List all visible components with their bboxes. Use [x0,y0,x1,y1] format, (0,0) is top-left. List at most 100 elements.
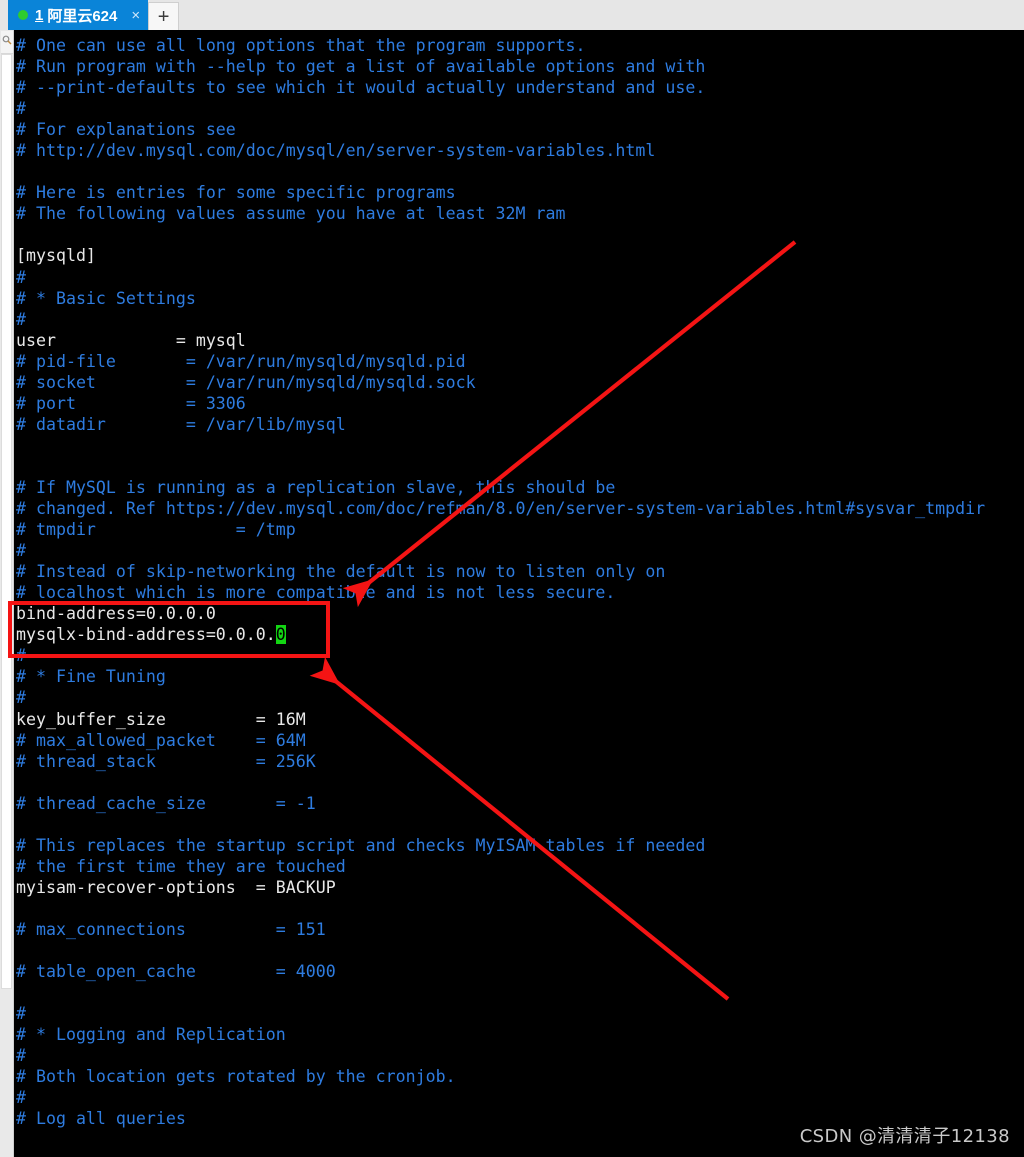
terminal-line: # [16,309,985,330]
terminal-span: # the first time they are touched [16,856,346,876]
tab-bar: 1 阿里云624 × + [0,0,1024,30]
terminal-span: # table_open_cache = 4000 [16,962,336,982]
close-icon[interactable]: × [131,8,140,23]
terminal-span: # [16,1004,26,1024]
terminal-cursor: 0 [275,625,286,645]
terminal-line: # [16,687,985,708]
terminal-span: key_buffer_size = 16M [16,709,306,729]
terminal-line: # [16,1087,985,1108]
terminal-line: # datadir = /var/lib/mysql [16,414,985,435]
terminal-line: # For explanations see [16,119,985,140]
terminal-span: # [16,99,26,119]
terminal-line: # * Fine Tuning [16,666,985,687]
terminal-span: # datadir = /var/lib/mysql [16,414,346,434]
terminal-output[interactable]: # One can use all long options that the … [14,30,1024,1157]
terminal-span: # [16,541,26,561]
terminal-line: # One can use all long options that the … [16,35,985,56]
terminal-span: # * Basic Settings [16,288,196,308]
terminal-line: mysqlx-bind-address=0.0.0.0 [16,624,985,645]
terminal-line: # localhost which is more compatible and… [16,582,985,603]
terminal-line: myisam-recover-options = BACKUP [16,877,985,898]
terminal-span: # * Fine Tuning [16,667,166,687]
terminal-line: # This replaces the startup script and c… [16,835,985,856]
terminal-span: [mysqld] [16,246,96,266]
terminal-span: # [16,1046,26,1066]
tab-title-label: 阿里云624 [47,7,118,25]
tab-session-1[interactable]: 1 阿里云624 × [8,0,149,30]
terminal-line: # max_connections = 151 [16,919,985,940]
new-tab-button[interactable]: + [148,2,180,30]
terminal-line: # [16,540,985,561]
terminal-line: # thread_stack = 256K [16,751,985,772]
terminal-line: # http://dev.mysql.com/doc/mysql/en/serv… [16,140,985,161]
terminal-span: # For explanations see [16,120,236,140]
terminal-line: # Here is entries for some specific prog… [16,182,985,203]
terminal-body-area: # One can use all long options that the … [0,30,1024,1157]
terminal-line: # [16,267,985,288]
terminal-line: bind-address=0.0.0.0 [16,603,985,624]
terminal-span: # localhost which is more compatible and… [16,583,616,603]
terminal-span: # Instead of skip-networking the default… [16,562,666,582]
terminal-span: # * Logging and Replication [16,1025,286,1045]
terminal-span: # --print-defaults to see which it would… [16,78,706,98]
terminal-line: [mysqld] [16,245,985,266]
terminal-line: # * Basic Settings [16,288,985,309]
terminal-span: # changed. Ref https://dev.mysql.com/doc… [16,499,986,519]
terminal-span: user = mysql [16,330,246,350]
tab-index-label: 1 [35,6,44,24]
session-status-dot-icon [18,10,28,20]
terminal-span: # max_allowed_packet = 64M [16,730,306,750]
terminal-line: # If MySQL is running as a replication s… [16,477,985,498]
terminal-span: # pid-file = /var/run/mysqld/mysqld.pid [16,351,466,371]
terminal-line: # Both location gets rotated by the cron… [16,1066,985,1087]
terminal-span: # http://dev.mysql.com/doc/mysql/en/serv… [16,141,656,161]
terminal-span: myisam-recover-options = BACKUP [16,877,336,897]
terminal-span: # This replaces the startup script and c… [16,835,706,855]
terminal-span: # [16,688,26,708]
terminal-span: # [16,1088,26,1108]
terminal-line: # changed. Ref https://dev.mysql.com/doc… [16,498,985,519]
terminal-span: # Run program with --help to get a list … [16,57,706,77]
terminal-span: # port = 3306 [16,393,246,413]
terminal-span: # Here is entries for some specific prog… [16,183,456,203]
terminal-line: # max_allowed_packet = 64M [16,730,985,751]
terminal-span: # Log all queries [16,1109,186,1129]
terminal-line: # --print-defaults to see which it would… [16,77,985,98]
search-icon[interactable] [1,31,13,54]
terminal-line: # the first time they are touched [16,856,985,877]
terminal-span: # max_connections = 151 [16,919,326,939]
terminal-line: # table_open_cache = 4000 [16,961,985,982]
terminal-span: # tmpdir = /tmp [16,520,296,540]
terminal-line: # Run program with --help to get a list … [16,56,985,77]
terminal-line: # Instead of skip-networking the default… [16,561,985,582]
terminal-line: # thread_cache_size = -1 [16,793,985,814]
terminal-span: # socket = /var/run/mysqld/mysqld.sock [16,372,476,392]
terminal-line: user = mysql [16,330,985,351]
terminal-span: # [16,646,26,666]
terminal-span: # Both location gets rotated by the cron… [16,1067,456,1087]
terminal-span: # thread_cache_size = -1 [16,793,316,813]
terminal-line: # The following values assume you have a… [16,203,985,224]
vertical-scrollbar-thumb[interactable] [1,54,12,989]
terminal-line: # port = 3306 [16,393,985,414]
terminal-span: # [16,267,26,287]
terminal-span: bind-address=0.0.0.0 [16,604,216,624]
terminal-span: # [16,309,26,329]
terminal-span: # One can use all long options that the … [16,36,586,55]
terminal-line: key_buffer_size = 16M [16,709,985,730]
terminal-app-window: 1 阿里云624 × + # One can use all long opti… [0,0,1024,1157]
terminal-line: # * Logging and Replication [16,1024,985,1045]
vertical-scrollbar-track[interactable] [1,991,12,1157]
terminal-line: # [16,1003,985,1024]
terminal-span: # thread_stack = 256K [16,751,316,771]
tab-bar-empty-area [179,0,1024,30]
terminal-span: # The following values assume you have a… [16,204,566,224]
